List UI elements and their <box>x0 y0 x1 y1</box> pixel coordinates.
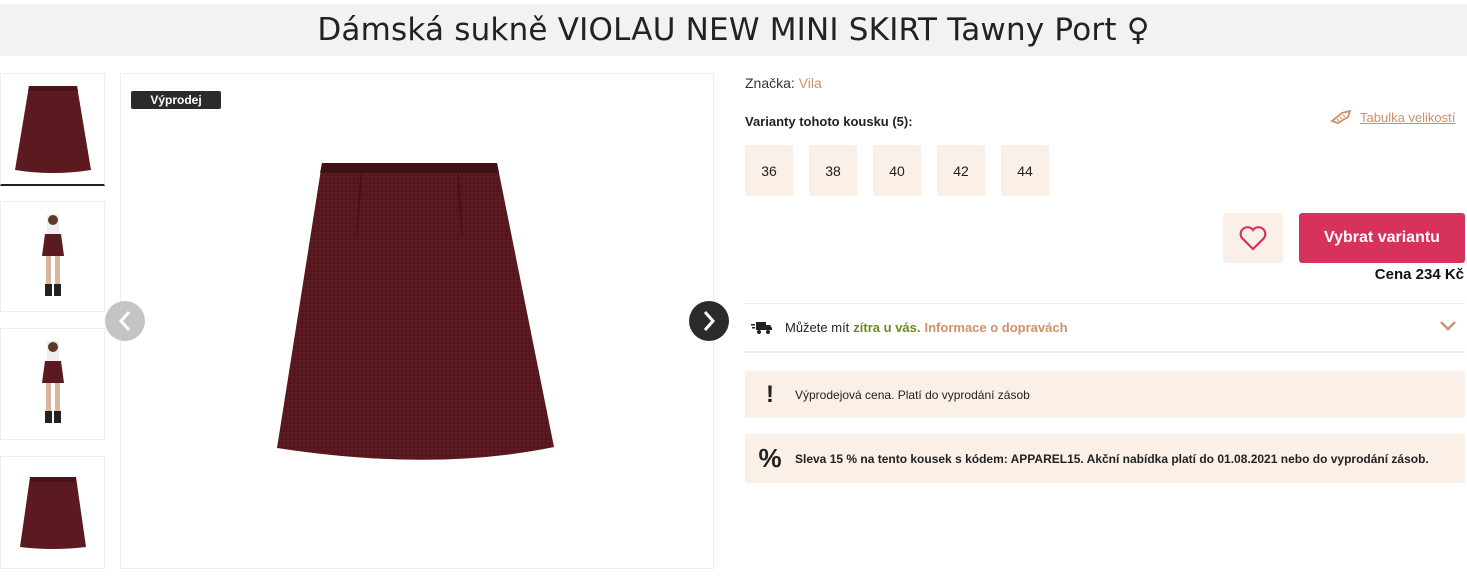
thumbnail-3[interactable] <box>0 328 105 440</box>
previous-image-button[interactable] <box>105 301 145 341</box>
size-option[interactable]: 36 <box>745 145 793 196</box>
truck-icon <box>751 321 773 335</box>
sale-badge: Výprodej <box>131 91 221 109</box>
percent-icon: % <box>758 443 782 473</box>
discount-notice: % Sleva 15 % na tento kousek s kódem: AP… <box>745 434 1465 483</box>
measuring-tape-icon <box>1330 109 1352 124</box>
model-back-thumbnail-image <box>41 341 64 423</box>
skirt-thumbnail-image <box>14 86 91 173</box>
heart-icon <box>1239 226 1267 251</box>
thumbnail-4[interactable] <box>0 456 105 569</box>
thumbnail-1[interactable] <box>0 73 105 186</box>
delivery-text: Můžete mít <box>785 320 850 335</box>
size-option[interactable]: 42 <box>937 145 985 196</box>
next-image-button[interactable] <box>689 301 729 341</box>
sale-notice: ! Výprodejová cena. Platí do vyprodání z… <box>745 371 1465 418</box>
delivery-highlight: zítra u vás. <box>853 320 921 335</box>
model-front-thumbnail-image <box>41 213 64 296</box>
exclamation-icon: ! <box>766 380 774 408</box>
thumbnail-2[interactable] <box>0 201 105 312</box>
brand-row: Značka: Vila <box>745 75 822 91</box>
sale-notice-text: Výprodejová cena. Platí do vyprodání zás… <box>795 387 1030 402</box>
size-options: 36 38 40 42 44 <box>745 145 1049 196</box>
chevron-down-icon[interactable] <box>1439 320 1457 335</box>
page-title: Dámská sukně VIOLAU NEW MINI SKIRT Tawny… <box>317 12 1150 48</box>
delivery-info-link[interactable]: Informace o dopravách <box>925 320 1068 335</box>
title-bar: Dámská sukně VIOLAU NEW MINI SKIRT Tawny… <box>0 4 1467 56</box>
price-label: Cena 234 Kč <box>1374 266 1464 283</box>
size-option[interactable]: 38 <box>809 145 857 196</box>
wishlist-button[interactable] <box>1223 213 1283 263</box>
skirt-back-thumbnail-image <box>19 476 86 549</box>
main-product-image <box>120 73 714 569</box>
select-variant-button[interactable]: Vybrat variantu <box>1299 213 1465 263</box>
variants-label: Varianty tohoto kousku (5): <box>745 114 913 129</box>
chevron-right-icon <box>703 311 716 331</box>
chevron-left-icon <box>118 311 131 331</box>
size-option[interactable]: 44 <box>1001 145 1049 196</box>
brand-label: Značka: <box>745 75 795 91</box>
size-option[interactable]: 40 <box>873 145 921 196</box>
discount-notice-text: Sleva 15 % na tento kousek s kódem: APPA… <box>795 451 1429 466</box>
size-table-link[interactable]: Tabulka velikostí <box>1330 109 1455 125</box>
size-table-label: Tabulka velikostí <box>1360 109 1456 125</box>
skirt-main-image <box>277 163 554 460</box>
delivery-row[interactable]: Můžete mít zítra u vás. Informace o dopr… <box>745 303 1465 353</box>
brand-link[interactable]: Vila <box>799 75 822 91</box>
